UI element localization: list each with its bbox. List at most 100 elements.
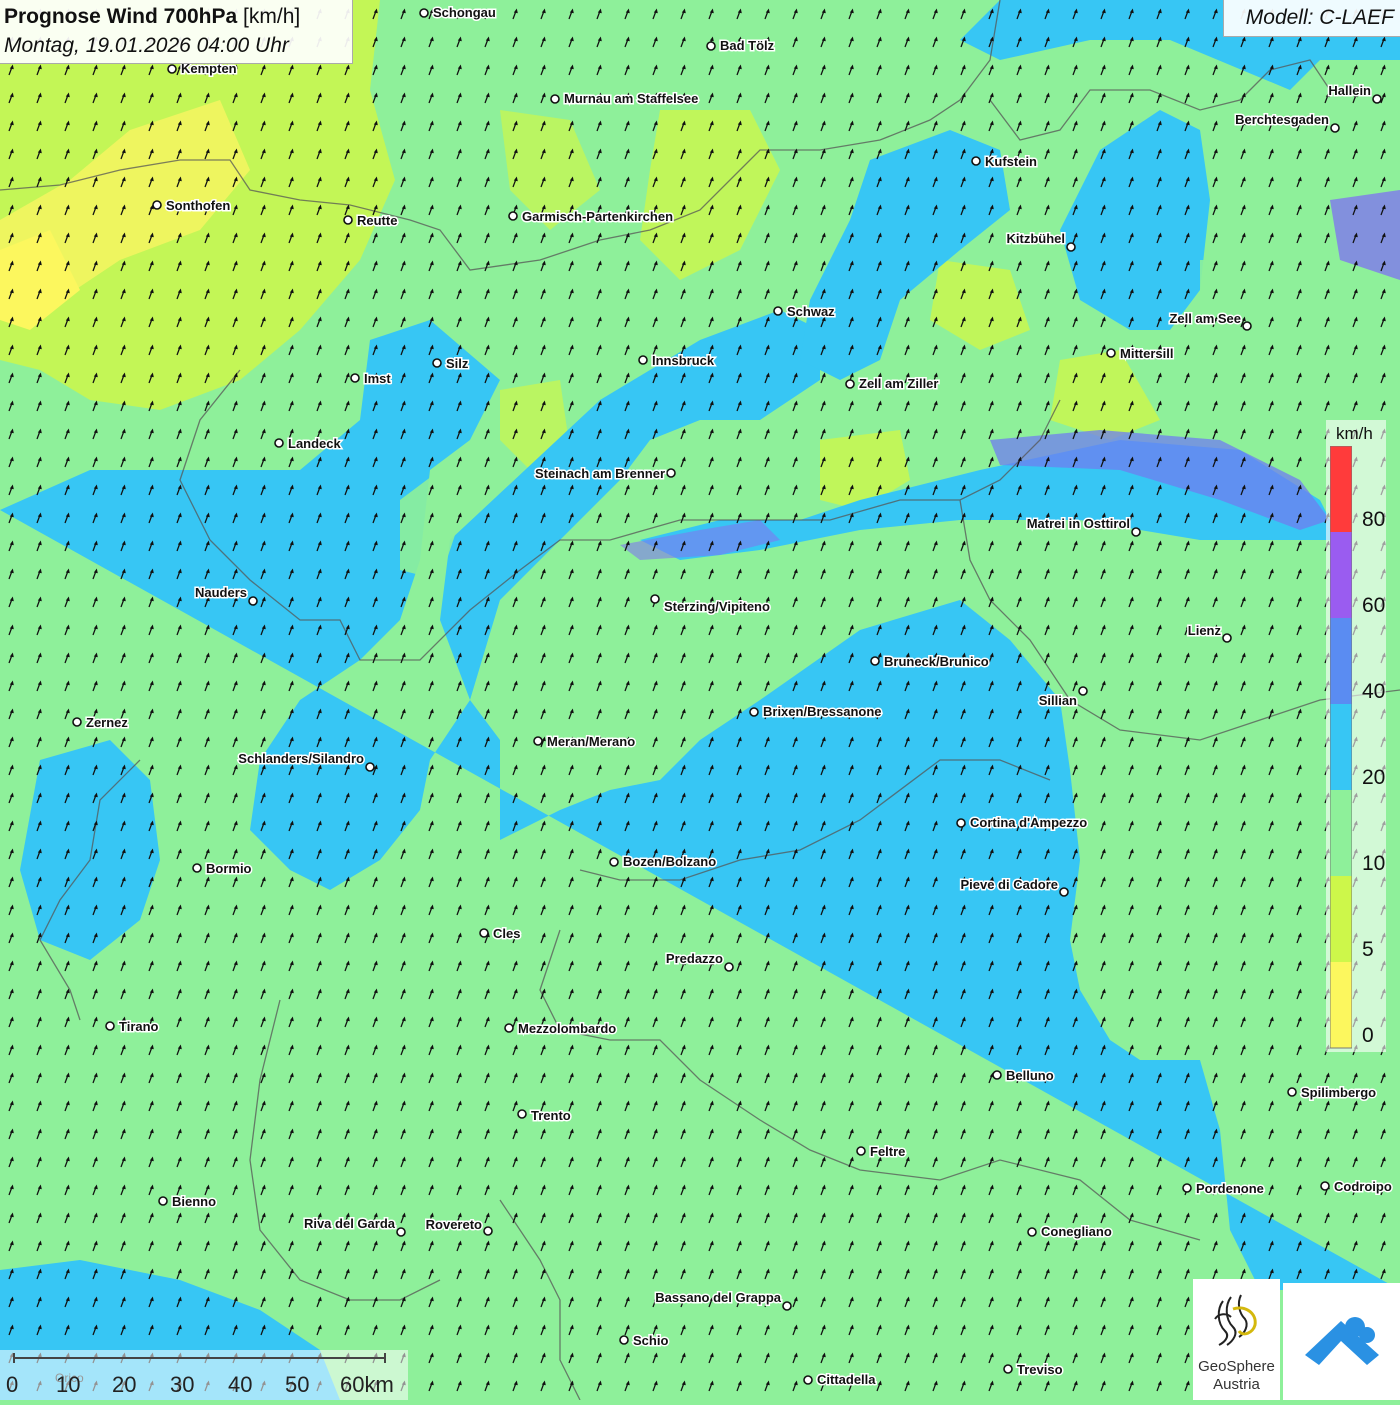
scale-label: 30 xyxy=(170,1372,194,1397)
legend-tick-60: 60 xyxy=(1362,594,1386,617)
city-dot xyxy=(1003,1364,1013,1374)
city-dot xyxy=(956,818,966,828)
city-label: Treviso xyxy=(1017,1362,1063,1377)
city-label: Brixen/Bressanone xyxy=(763,704,882,719)
city-marker: Meran/Merano xyxy=(533,733,637,751)
scale-label: 50 xyxy=(285,1372,309,1397)
city-dot xyxy=(782,1301,792,1311)
model-box: Modell: C-LAEF xyxy=(1223,0,1400,37)
city-label: Bienno xyxy=(172,1194,216,1209)
city-dot xyxy=(1078,686,1088,696)
city-dot xyxy=(724,962,734,972)
city-dot xyxy=(1320,1181,1330,1191)
city-dot xyxy=(803,1375,813,1385)
city-label: Conegliano xyxy=(1041,1224,1112,1239)
city-label: Spilimbergo xyxy=(1301,1085,1376,1100)
city-label: Sonthofen xyxy=(166,198,230,213)
city-dot xyxy=(1330,123,1340,133)
color-legend: km/h 80 60 40 20 10 5 0 xyxy=(1326,420,1386,1052)
city-label: Zernez xyxy=(86,715,128,730)
city-label: Landeck xyxy=(288,436,342,451)
legend-tick-10: 10 xyxy=(1362,852,1386,875)
city-marker: Zell am Ziller xyxy=(845,375,940,393)
city-label: Steinach am Brenner xyxy=(535,466,665,481)
scale-label: 60km xyxy=(340,1372,394,1397)
city-label: Pordenone xyxy=(1196,1181,1264,1196)
city-label: Silz xyxy=(446,356,469,371)
city-label: Schlanders/Silandro xyxy=(238,751,364,766)
city-label: Innsbruck xyxy=(652,353,715,368)
scale-label: 10 xyxy=(56,1372,80,1397)
city-label: Imst xyxy=(364,371,391,386)
city-label: Bormio xyxy=(206,861,252,876)
weather-app-logo[interactable] xyxy=(1283,1283,1400,1400)
city-label: Schongau xyxy=(433,5,496,20)
city-label: Bassano del Grappa xyxy=(655,1290,781,1305)
city-marker: Cortina d'Ampezzo xyxy=(956,814,1089,832)
legend-band-10 xyxy=(1330,790,1352,876)
city-label: Predazzo xyxy=(666,951,723,966)
city-dot xyxy=(105,1021,115,1031)
city-label: Berchtesgaden xyxy=(1235,112,1329,127)
city-dot xyxy=(638,355,648,365)
city-dot xyxy=(1106,348,1116,358)
city-label: Rovereto xyxy=(426,1217,482,1232)
legend-band-60 xyxy=(1330,532,1352,618)
city-marker: Mezzolombardo xyxy=(504,1020,618,1038)
city-marker: Pordenone xyxy=(1182,1180,1265,1198)
scale-label: 0 xyxy=(6,1372,18,1397)
city-label: Cittadella xyxy=(817,1372,876,1387)
city-label: Schio xyxy=(633,1333,668,1348)
city-label: Trento xyxy=(531,1108,571,1123)
city-dot xyxy=(666,468,676,478)
city-label: Nauders xyxy=(195,585,247,600)
city-label: Mezzolombardo xyxy=(518,1021,616,1036)
city-label: Meran/Merano xyxy=(547,734,635,749)
city-marker: Bozen/Bolzano xyxy=(609,853,718,871)
city-label: Reutte xyxy=(357,213,397,228)
legend-colorbar xyxy=(1330,446,1352,1049)
title-unit: [km/h] xyxy=(243,5,301,28)
city-label: Codroipo xyxy=(1334,1179,1392,1194)
city-dot xyxy=(1066,242,1076,252)
legend-tick-80: 80 xyxy=(1362,508,1386,531)
city-dot xyxy=(248,596,258,606)
city-label: Tirano xyxy=(119,1019,159,1034)
city-label: Sterzing/Vipiteno xyxy=(664,599,770,614)
city-label: Bruneck/Brunico xyxy=(884,654,989,669)
legend-tick-20: 20 xyxy=(1362,766,1386,789)
city-marker: Bruneck/Brunico xyxy=(870,653,990,671)
city-dot xyxy=(1059,887,1069,897)
city-dot xyxy=(845,379,855,389)
city-dot xyxy=(504,1023,514,1033)
city-marker: Spilimbergo xyxy=(1287,1084,1378,1102)
city-label: Schwaz xyxy=(787,304,835,319)
city-dot xyxy=(870,656,880,666)
city-label: Cortina d'Ampezzo xyxy=(970,815,1087,830)
city-dot xyxy=(609,857,619,867)
city-dot xyxy=(992,1070,1002,1080)
legend-band-20 xyxy=(1330,704,1352,790)
city-label: Mittersill xyxy=(1120,346,1173,361)
city-dot xyxy=(432,358,442,368)
city-dot xyxy=(971,156,981,166)
scale-label: 20 xyxy=(112,1372,136,1397)
city-label: Kufstein xyxy=(985,154,1037,169)
city-label: Feltre xyxy=(870,1144,905,1159)
wind-map: SchongauBad TölzKemptenMurnau am Staffel… xyxy=(0,0,1400,1400)
city-label: Cles xyxy=(493,926,520,941)
city-dot xyxy=(192,863,202,873)
city-dot xyxy=(1287,1087,1297,1097)
city-dot xyxy=(152,200,162,210)
city-dot xyxy=(749,707,759,717)
model-label: Modell: C-LAEF xyxy=(1245,6,1394,29)
city-dot xyxy=(508,211,518,221)
city-dot xyxy=(550,94,560,104)
city-label: Garmisch-Partenkirchen xyxy=(522,209,673,224)
city-dot xyxy=(274,438,284,448)
geosphere-logo[interactable]: GeoSphere Austria xyxy=(1193,1279,1280,1400)
legend-band-0 xyxy=(1330,962,1352,1048)
city-label: Kitzbühel xyxy=(1007,231,1066,246)
city-dot xyxy=(365,762,375,772)
scale-label: 40 xyxy=(228,1372,252,1397)
